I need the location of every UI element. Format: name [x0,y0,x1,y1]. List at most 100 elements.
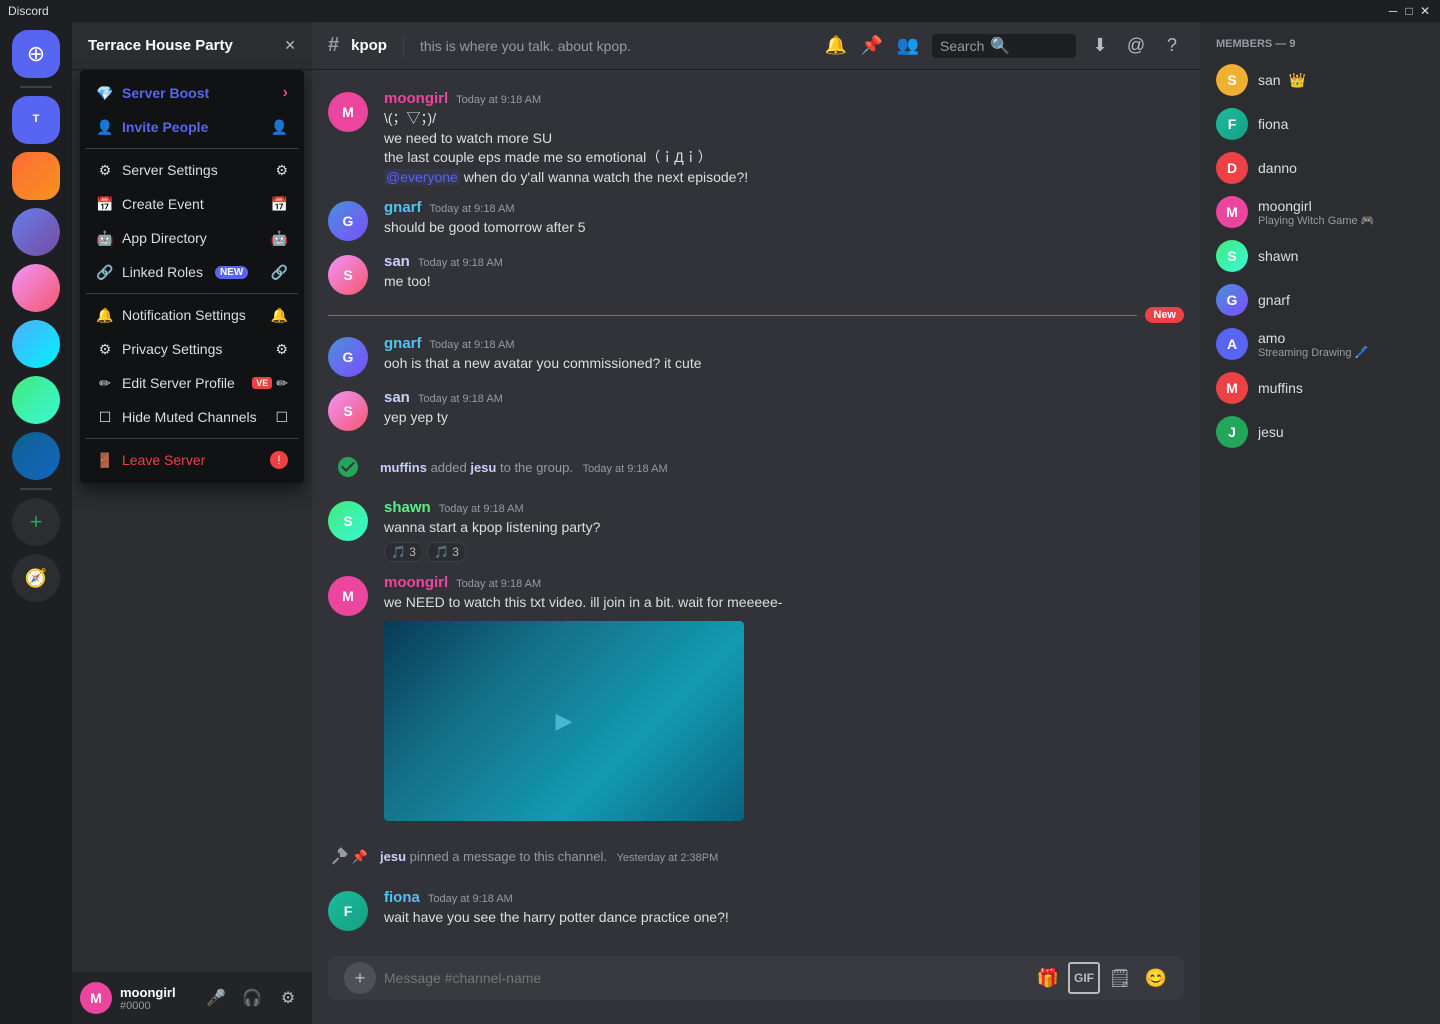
members-icon[interactable]: 👥 [896,34,920,58]
notif-icon-right: 🔔 [271,307,288,324]
dropdown-item-leave-label: Leave Server [122,452,205,468]
pin-system-icon: 📌 [328,837,368,877]
member-item-gnarf[interactable]: G gnarf [1208,278,1432,322]
message-time: Today at 9:18 AM [456,94,541,106]
dropdown-divider-1 [86,148,298,149]
dropdown-item-edit-profile[interactable]: ✏ Edit Server Profile VE ✏ [86,366,298,400]
message-content: fiona Today at 9:18 AM wait have you see… [384,889,1184,931]
deafen-button[interactable]: 🎧 [236,982,268,1014]
mention-icon[interactable]: @ [1124,34,1148,58]
member-item-danno[interactable]: D danno [1208,146,1432,190]
server-icon-2[interactable] [12,208,60,256]
video-thumbnail [384,621,744,821]
member-item-amo[interactable]: A amo Streaming Drawing 🖊️ [1208,322,1432,366]
dropdown-item-leave-server[interactable]: 🚪 Leave Server ! [86,443,298,477]
gif-icon[interactable]: GIF [1068,962,1100,994]
members-sidebar: MEMBERS — 9 S san 👑 F fiona D [1200,22,1440,1024]
member-avatar-muffins: M [1216,372,1248,404]
dropdown-item-linked-roles[interactable]: 🔗 Linked Roles NEW 🔗 [86,255,298,289]
gift-icon[interactable]: 🎁 [1032,962,1064,994]
dropdown-item-privacy-settings[interactable]: ⚙ Privacy Settings ⚙ [86,332,298,366]
message-text: we NEED to watch this txt video. ill joi… [384,593,1184,613]
server-icon-4[interactable] [12,320,60,368]
system-message: muffins added jesu to the group. Today a… [312,439,1200,495]
members-header: MEMBERS — 9 [1208,38,1432,50]
dropdown-item-notification-settings[interactable]: 🔔 Notification Settings 🔔 [86,298,298,332]
message-input[interactable] [384,960,1024,996]
minimize-button[interactable]: ─ [1386,4,1400,18]
member-item-muffins[interactable]: M muffins [1208,366,1432,410]
crown-icon: 👑 [1288,72,1305,88]
maximize-button[interactable]: □ [1402,4,1416,18]
message-text: wanna start a kpop listening party? [384,518,1184,538]
video-embed[interactable]: ▶ [384,621,744,821]
message-group: G gnarf Today at 9:18 AM should be good … [312,195,1200,245]
member-status-moongirl: Playing Witch Game 🎮 [1258,214,1424,227]
app-name: Discord [8,4,49,18]
mute-button[interactable]: 🎤 [200,982,232,1014]
message-author: moongirl [384,90,448,107]
server-header[interactable]: Terrace House Party ✕ [72,22,312,70]
member-name-danno: danno [1258,160,1424,176]
dropdown-item-notif-label: Notification Settings [122,307,246,323]
member-avatar-shawn: S [1216,240,1248,272]
message-content: moongirl Today at 9:18 AM we NEED to wat… [384,574,1184,821]
message-text-2: we need to watch more SU [384,129,1184,149]
member-item-jesu[interactable]: J jesu [1208,410,1432,454]
close-button[interactable]: ✕ [1418,4,1432,18]
member-item-moongirl[interactable]: M moongirl Playing Witch Game 🎮 [1208,190,1432,234]
server-icon-discord[interactable]: ⊕ [12,30,60,78]
user-tag: #0000 [120,1000,192,1012]
member-item-shawn[interactable]: S shawn [1208,234,1432,278]
member-item-san[interactable]: S san 👑 [1208,58,1432,102]
add-attachment-button[interactable]: + [344,962,376,994]
dropdown-item-privacy-label: Privacy Settings [122,341,222,357]
channel-hash-icon: # [328,34,339,57]
member-item-fiona[interactable]: F fiona [1208,102,1432,146]
dropdown-item-hide-muted[interactable]: ☐ Hide Muted Channels ☐ [86,400,298,434]
server-icon-terrace[interactable]: T [12,96,60,144]
add-server-button[interactable]: + [12,498,60,546]
linked-roles-icon-right: 🔗 [271,264,288,281]
sticker-icon[interactable]: 🗒 [1104,962,1136,994]
server-icon-3[interactable] [12,264,60,312]
dropdown-item-app-directory[interactable]: 🤖 App Directory 🤖 [86,221,298,255]
dropdown-item-server-boost[interactable]: 💎 Server Boost › [86,76,298,110]
window-controls[interactable]: ─ □ ✕ [1386,4,1432,18]
reaction-2[interactable]: 🎵 3 [427,542,466,562]
server-icon-5[interactable] [12,376,60,424]
server-icon-1[interactable] [12,152,60,200]
main-content: # kpop this is where you talk. about kpo… [312,22,1200,1024]
member-name-moongirl: moongirl [1258,198,1424,214]
member-name-shawn: shawn [1258,248,1424,264]
member-info-san: san 👑 [1258,72,1424,89]
dropdown-item-app-label: App Directory [122,230,207,246]
bell-icon[interactable]: 🔔 [824,34,848,58]
invite-icon: 👤 [96,118,114,136]
channel-description: this is where you talk. about kpop. [420,38,812,54]
user-settings-button[interactable]: ⚙ [272,982,304,1014]
emoji-icon[interactable]: 😊 [1140,962,1172,994]
message-group: F fiona Today at 9:18 AM wait have you s… [312,885,1200,935]
system-time: Today at 9:18 AM [583,463,668,475]
search-icon: 🔍 [990,36,1010,56]
reaction-1[interactable]: 🎵 3 [384,542,423,562]
leave-icon-right: ! [270,451,288,469]
dropdown-item-linked-label: Linked Roles [122,264,203,280]
pin-icon[interactable]: 📌 [860,34,884,58]
inbox-icon[interactable]: ⬇ [1088,34,1112,58]
explore-servers-button[interactable]: 🧭 [12,554,60,602]
help-icon[interactable]: ? [1160,34,1184,58]
message-content: san Today at 9:18 AM yep yep ty [384,389,1184,431]
message-time: Today at 9:18 AM [430,339,515,351]
dropdown-item-server-settings[interactable]: ⚙ Server Settings ⚙ [86,153,298,187]
system-text: muffins added jesu to the group. Today a… [380,460,668,475]
dropdown-item-hide-label: Hide Muted Channels [122,409,257,425]
search-bar[interactable]: Search 🔍 [932,34,1076,58]
server-icon-6[interactable] [12,432,60,480]
dropdown-item-create-event[interactable]: 📅 Create Event 📅 [86,187,298,221]
avatar: S [328,391,368,431]
app-dir-icon: 🤖 [96,229,114,247]
dropdown-item-invite[interactable]: 👤 Invite People 👤 [86,110,298,144]
message-time: Today at 9:18 AM [418,393,503,405]
